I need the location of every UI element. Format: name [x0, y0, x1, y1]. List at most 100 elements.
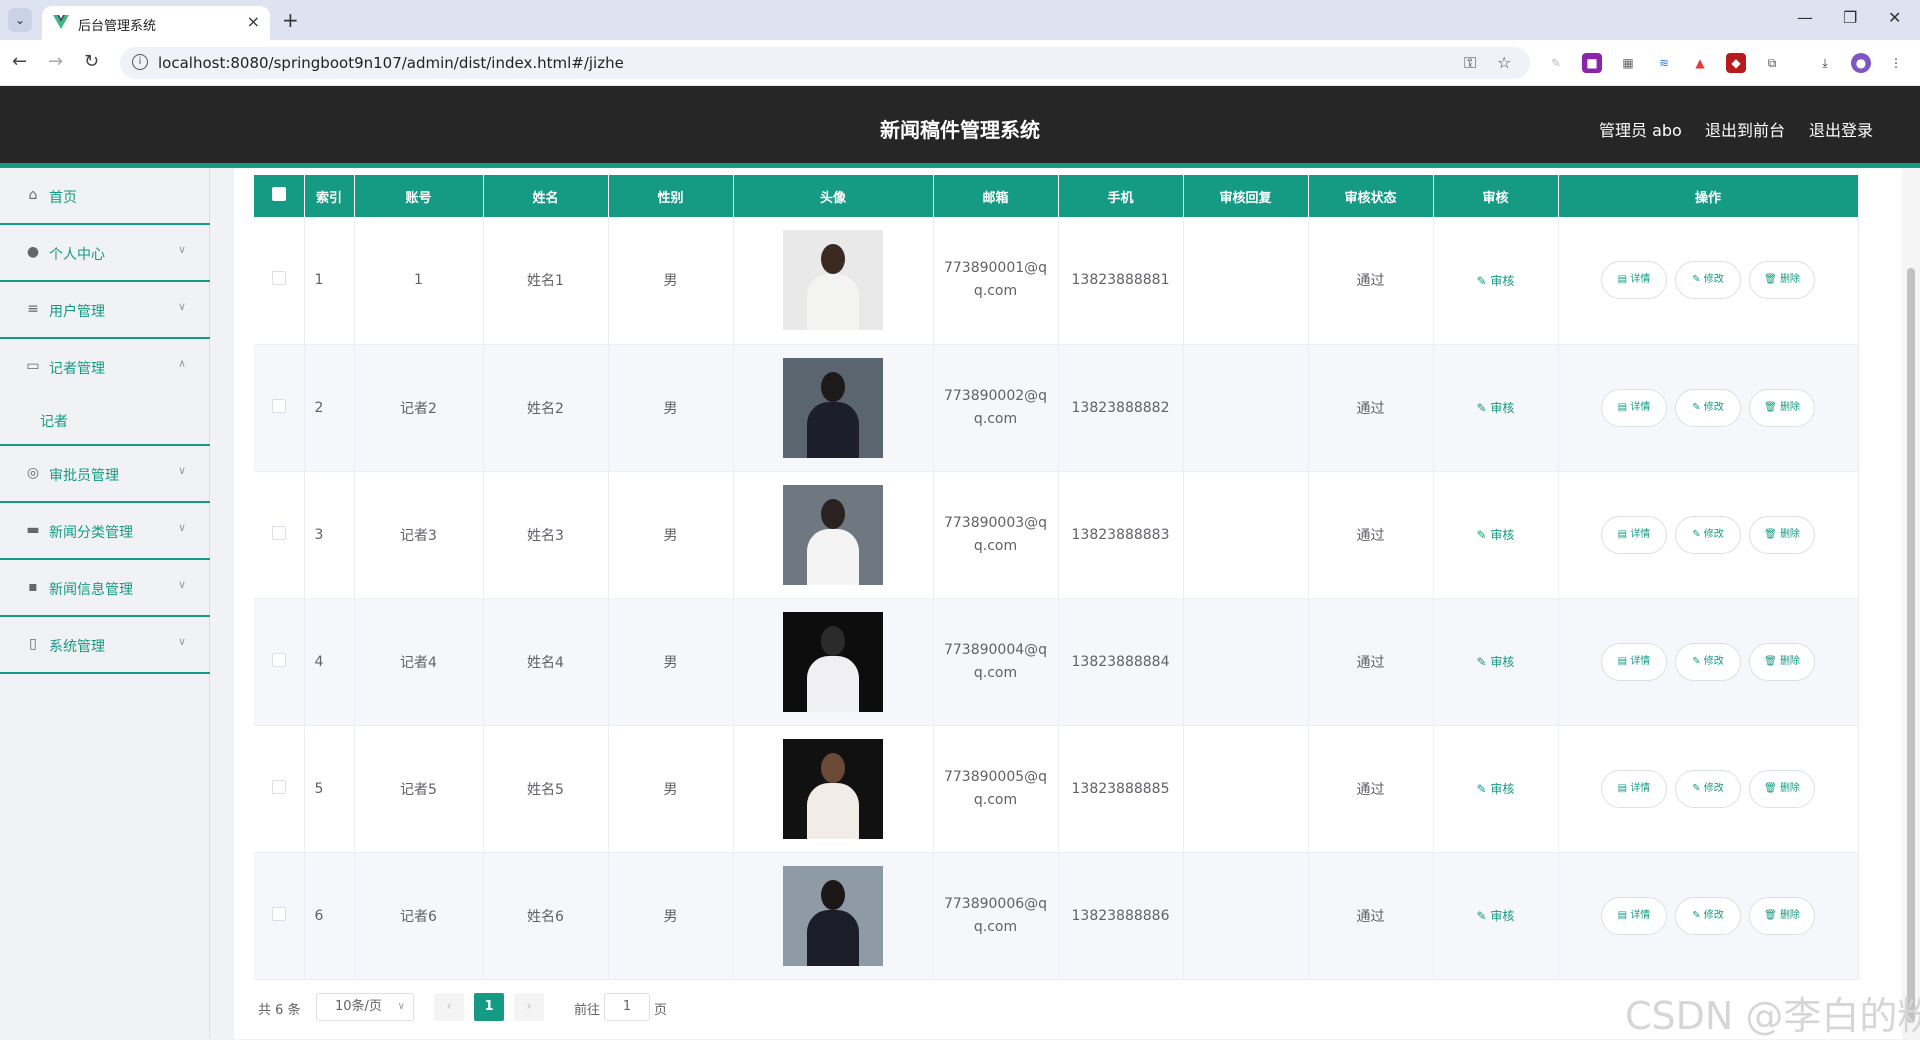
table-row[interactable]: 4 记者4 姓名4 男 773890004@qq.com 13823888884 通过 ✎ 审…: [254, 598, 1859, 726]
download-icon[interactable]: ⤓: [1815, 53, 1835, 73]
minimize-icon[interactable]: —: [1797, 8, 1813, 27]
sidebar-item-users[interactable]: ≡ 用户管理 ∨: [0, 282, 210, 339]
avatar-figure: [807, 782, 859, 839]
edit-button[interactable]: ✎ 修改: [1675, 261, 1741, 300]
table-row[interactable]: 6 记者6 姓名6 男 773890006@qq.com 13823888886 通过 ✎ 审…: [254, 852, 1859, 980]
row-checkbox[interactable]: [254, 344, 305, 472]
avatar[interactable]: [783, 357, 883, 458]
prev-page-button[interactable]: ‹: [434, 993, 464, 1021]
ublock-icon[interactable]: ◆: [1726, 53, 1746, 73]
chevron-down-icon: ∨: [178, 635, 187, 648]
delete-label: 删除: [1779, 274, 1800, 286]
audit-link[interactable]: ✎ 审核: [1477, 528, 1515, 542]
audit-link[interactable]: ✎ 审核: [1477, 655, 1515, 669]
edit-button[interactable]: ✎ 修改: [1675, 515, 1741, 554]
row-checkbox[interactable]: [254, 217, 305, 345]
sidebar-item-reporters[interactable]: ▭ 记者管理 ∧: [0, 339, 210, 396]
menu-kebab-icon[interactable]: ⋮: [1886, 53, 1906, 73]
avatar[interactable]: [783, 611, 883, 712]
logout-link[interactable]: 退出登录: [1809, 117, 1873, 141]
detail-button[interactable]: ▤ 详情: [1601, 769, 1667, 808]
browser-tab[interactable]: 后台管理系统 ×: [42, 6, 270, 40]
cell-email: 773890003@qq.com: [933, 471, 1059, 599]
extension-icon[interactable]: ≋: [1654, 53, 1674, 73]
sidebar-item-home[interactable]: ⌂ 首页: [0, 168, 210, 225]
delete-button[interactable]: 🗑 删除: [1749, 642, 1815, 681]
sidebar: ⌂ 首页 ● 个人中心 ∨ ≡ 用户管理 ∨ ▭ 记者管理 ∧ 记者 ◎ 审批员…: [0, 168, 210, 1039]
cell-gender: 男: [608, 598, 734, 726]
table-row[interactable]: 2 记者2 姓名2 男 773890002@qq.com 13823888882 通过 ✎ 审…: [254, 344, 1859, 472]
email-text: 773890006@qq.com: [943, 895, 1048, 935]
audit-link[interactable]: ✎ 审核: [1477, 401, 1515, 415]
cell-avatar: [733, 725, 934, 853]
audit-link[interactable]: ✎ 审核: [1477, 909, 1515, 923]
detail-label: 详情: [1630, 782, 1651, 794]
delete-button[interactable]: 🗑 删除: [1749, 261, 1815, 300]
row-checkbox[interactable]: [254, 598, 305, 726]
delete-label: 删除: [1779, 528, 1800, 540]
url-field[interactable]: i localhost:8080/springboot9n107/admin/d…: [120, 47, 1530, 79]
page-scrollbar[interactable]: [1902, 168, 1920, 1039]
sidebar-item-profile[interactable]: ● 个人中心 ∨: [0, 225, 210, 282]
column-header: 头像: [733, 175, 934, 217]
table-row[interactable]: 1 1 姓名1 男 773890001@qq.com 13823888881 通过 ✎ 审核 ▤…: [254, 217, 1859, 345]
table-row[interactable]: 3 记者3 姓名3 男 773890003@qq.com 13823888883 通过 ✎ 审…: [254, 471, 1859, 599]
row-checkbox[interactable]: [254, 471, 305, 599]
sidebar-item-news-category[interactable]: ▬ 新闻分类管理 ∨: [0, 503, 210, 560]
profile-avatar-icon[interactable]: ●: [1851, 53, 1871, 73]
scrollbar-thumb[interactable]: [1907, 268, 1915, 1023]
table-row[interactable]: 5 记者5 姓名5 男 773890005@qq.com 13823888885 通过 ✎ 审…: [254, 725, 1859, 853]
sidebar-item-system[interactable]: ▯ 系统管理 ∨: [0, 617, 210, 674]
back-icon[interactable]: ←: [12, 51, 27, 72]
window-close-icon[interactable]: ✕: [1888, 8, 1901, 27]
detail-button[interactable]: ▤ 详情: [1601, 896, 1667, 935]
password-key-icon[interactable]: ⚿: [1464, 53, 1476, 73]
row-checkbox[interactable]: [254, 725, 305, 853]
edit-button[interactable]: ✎ 修改: [1675, 388, 1741, 427]
url-text: localhost:8080/springboot9n107/admin/dis…: [158, 54, 624, 72]
extension-icon[interactable]: ✎: [1546, 53, 1566, 73]
extension-icon[interactable]: ■: [1582, 53, 1602, 73]
bookmark-star-icon[interactable]: ☆: [1497, 53, 1511, 72]
back-to-front-link[interactable]: 退出到前台: [1705, 117, 1785, 141]
next-page-button[interactable]: ›: [514, 993, 544, 1021]
delete-button[interactable]: 🗑 删除: [1749, 896, 1815, 935]
site-info-icon[interactable]: i: [132, 54, 148, 70]
audit-link[interactable]: ✎ 审核: [1477, 274, 1515, 288]
extension-icon[interactable]: ▲: [1690, 53, 1710, 73]
delete-button[interactable]: 🗑 删除: [1749, 388, 1815, 427]
avatar[interactable]: [783, 865, 883, 966]
sidebar-subitem-reporter[interactable]: 记者: [0, 396, 210, 446]
tab-close-icon[interactable]: ×: [247, 12, 260, 31]
delete-button[interactable]: 🗑 删除: [1749, 769, 1815, 808]
restore-icon[interactable]: ❐: [1843, 8, 1857, 27]
cell-status: 通过: [1308, 725, 1434, 853]
detail-button[interactable]: ▤ 详情: [1601, 388, 1667, 427]
select-all-checkbox[interactable]: [254, 175, 305, 217]
avatar[interactable]: [783, 484, 883, 585]
page-size-select[interactable]: 10条/页 ∨: [316, 993, 414, 1021]
forward-icon[interactable]: →: [48, 51, 63, 72]
audit-link[interactable]: ✎ 审核: [1477, 782, 1515, 796]
goto-page-input[interactable]: 1: [604, 993, 650, 1021]
extension-icon[interactable]: ▦: [1618, 53, 1638, 73]
detail-button[interactable]: ▤ 详情: [1601, 515, 1667, 554]
avatar[interactable]: [783, 738, 883, 839]
avatar[interactable]: [783, 230, 883, 331]
edit-button[interactable]: ✎ 修改: [1675, 896, 1741, 935]
detail-button[interactable]: ▤ 详情: [1601, 261, 1667, 300]
detail-button[interactable]: ▤ 详情: [1601, 642, 1667, 681]
reload-icon[interactable]: ↻: [84, 51, 99, 72]
delete-label: 删除: [1779, 782, 1800, 794]
new-tab-icon[interactable]: +: [282, 8, 299, 32]
cell-status: 通过: [1308, 471, 1434, 599]
sidebar-item-approvers[interactable]: ◎ 审批员管理 ∨: [0, 446, 210, 503]
delete-button[interactable]: 🗑 删除: [1749, 515, 1815, 554]
current-page-button[interactable]: 1: [474, 993, 504, 1021]
tab-search-icon[interactable]: ⌄: [8, 8, 32, 32]
puzzle-icon[interactable]: ⧉: [1762, 53, 1782, 73]
row-checkbox[interactable]: [254, 852, 305, 980]
edit-button[interactable]: ✎ 修改: [1675, 769, 1741, 808]
edit-button[interactable]: ✎ 修改: [1675, 642, 1741, 681]
sidebar-item-news-info[interactable]: ▪ 新闻信息管理 ∨: [0, 560, 210, 617]
